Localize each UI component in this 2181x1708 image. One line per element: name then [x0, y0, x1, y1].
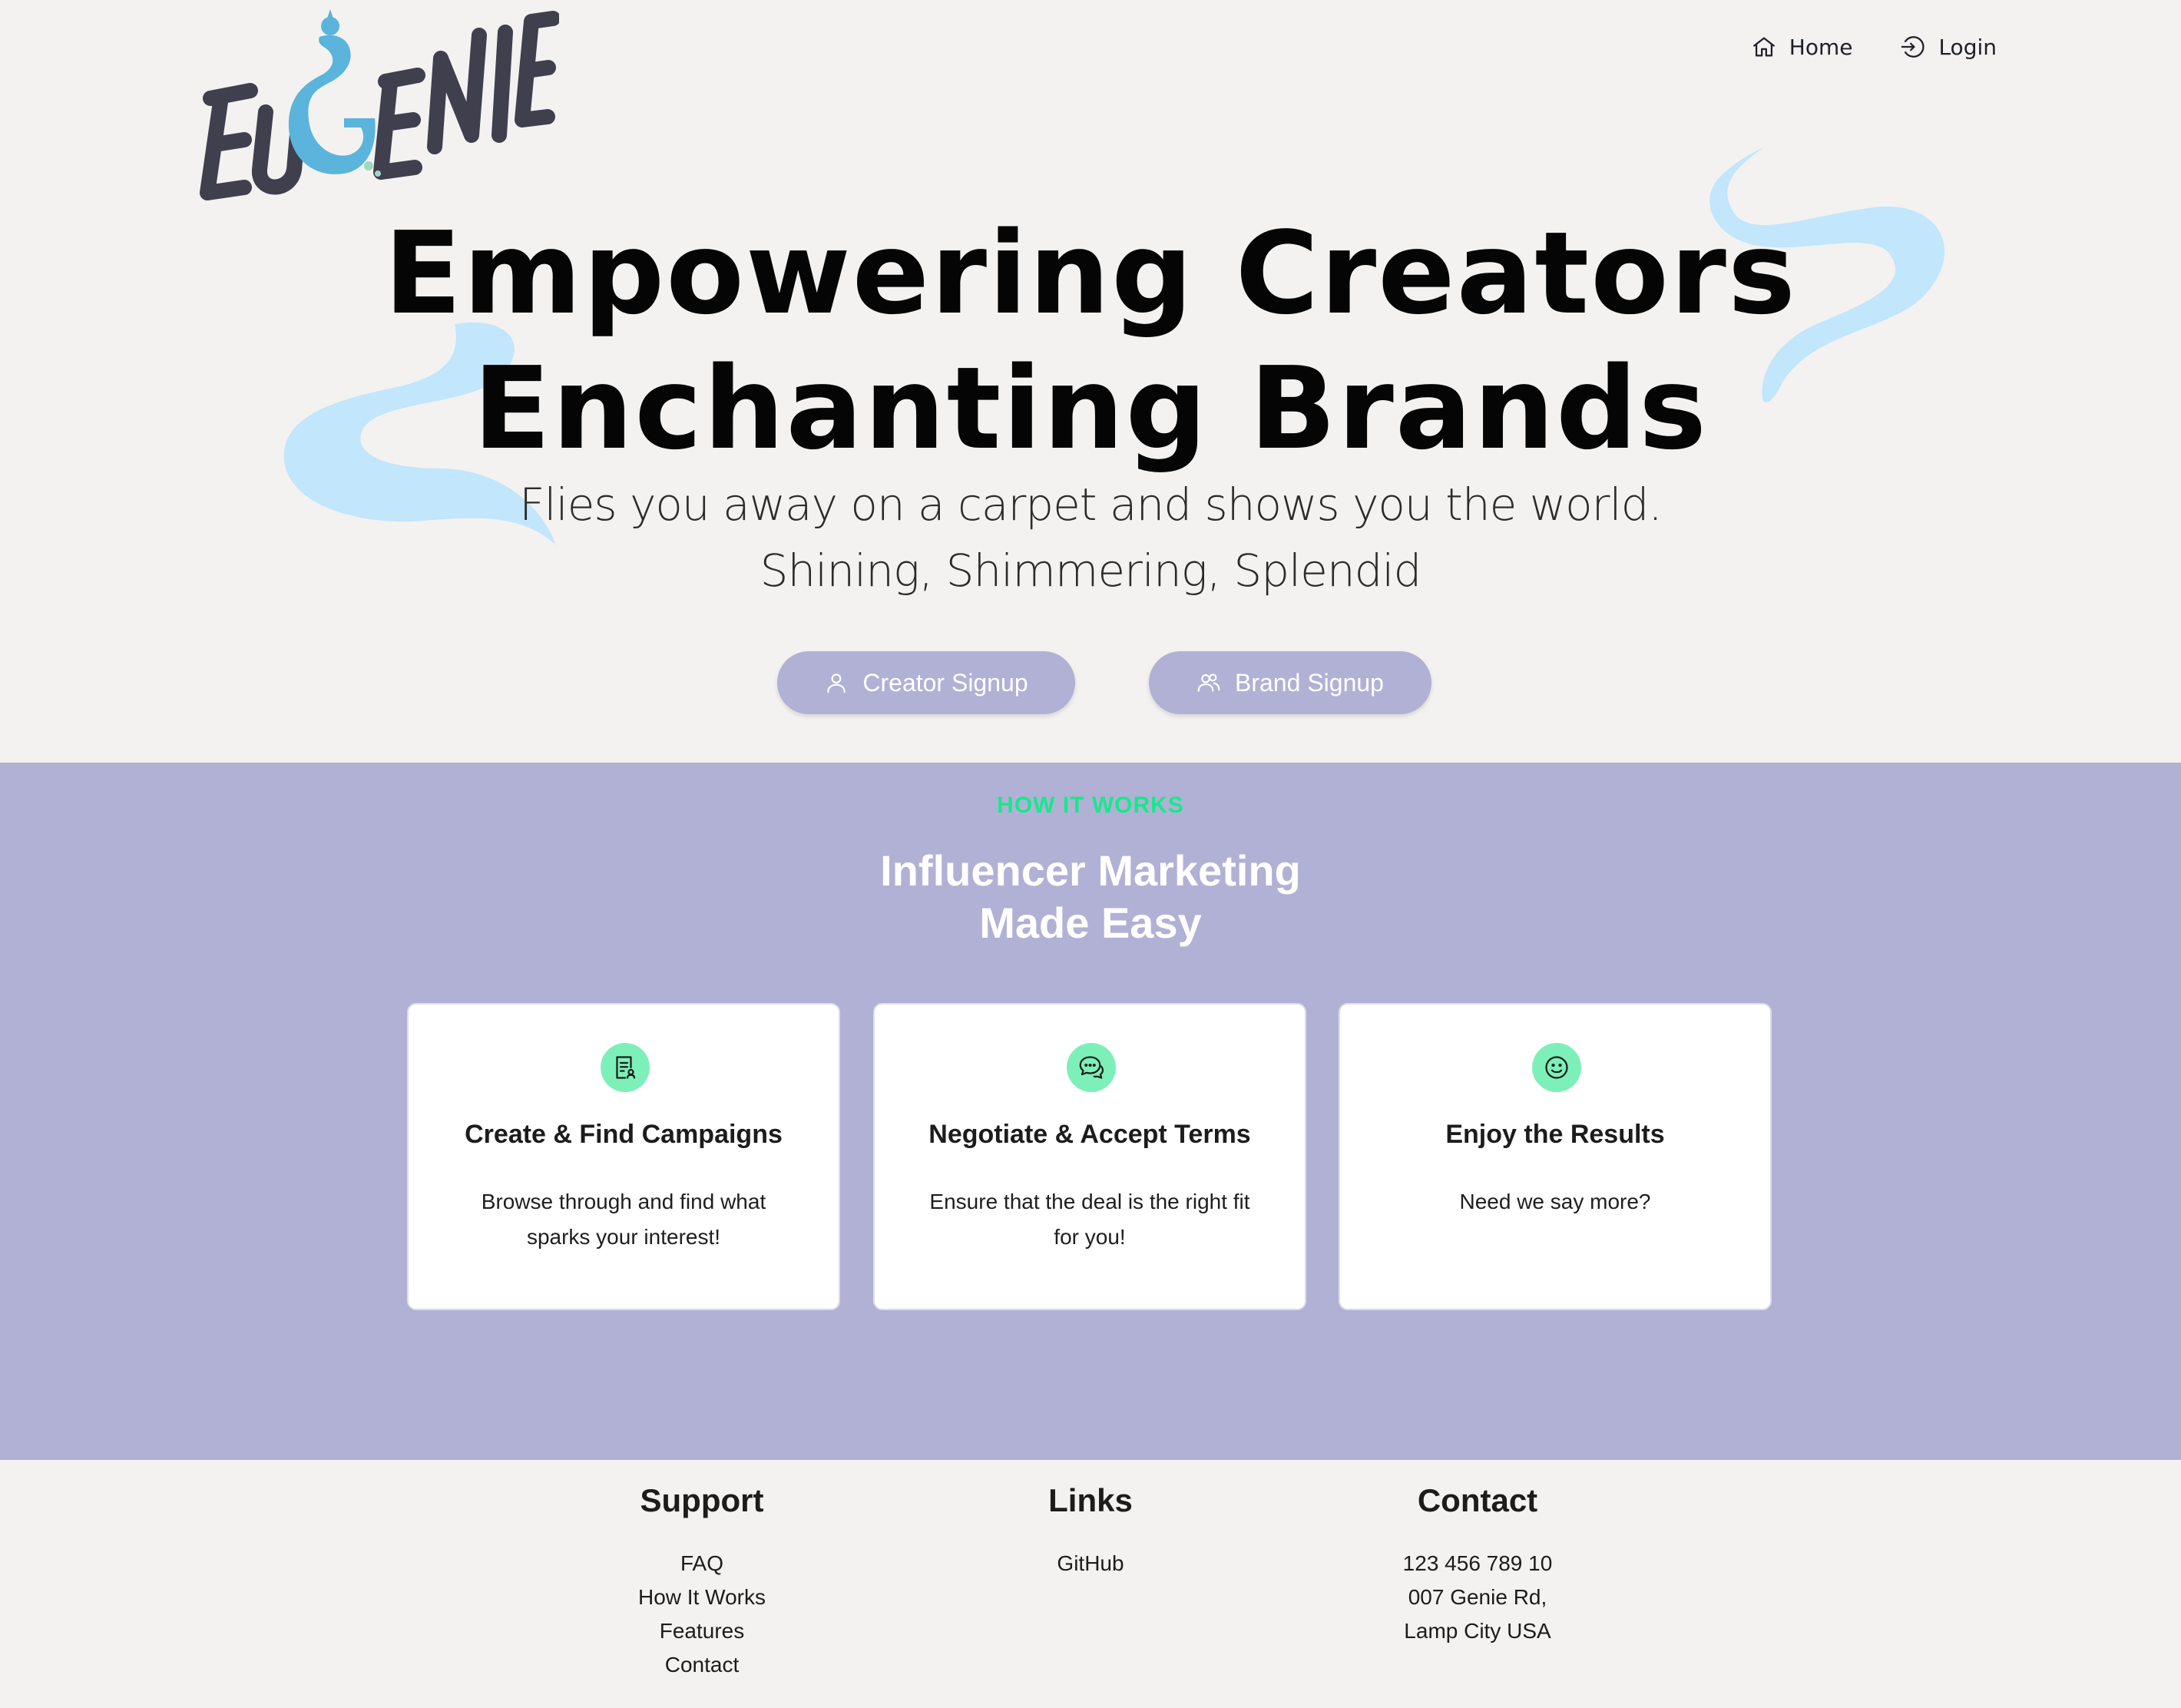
card-title: Enjoy the Results: [1445, 1120, 1665, 1149]
login-icon: [1901, 36, 1925, 58]
footer-contact-phone: 123 456 789 10: [1402, 1551, 1553, 1575]
how-it-works-eyebrow: HOW IT WORKS: [997, 793, 1184, 818]
card-title: Negotiate & Accept Terms: [928, 1120, 1251, 1149]
footer-contact-address-line-2: Lamp City USA: [1404, 1619, 1551, 1643]
hero-tagline-line-2: Shining, Shimmering, Splendid: [760, 545, 1422, 597]
hero-headline-line-2: Enchanting Brands: [472, 343, 1709, 475]
creator-signup-label: Creator Signup: [862, 668, 1028, 697]
footer-link-how-it-works[interactable]: How It Works: [548, 1581, 856, 1614]
footer-link-contact[interactable]: Contact: [548, 1648, 856, 1682]
hero-tagline: Flies you away on a carpet and shows you…: [0, 472, 2181, 604]
home-icon: [1752, 37, 1775, 57]
users-icon: [1197, 674, 1220, 692]
how-it-works-title: Influencer Marketing Made Easy: [0, 845, 2181, 949]
nav-home-link[interactable]: Home: [1751, 34, 1853, 60]
footer-links-heading: Links: [1048, 1482, 1133, 1518]
eugenie-logo[interactable]: [190, 5, 559, 208]
footer-contact-address-line-1: 007 Genie Rd,: [1408, 1585, 1547, 1609]
footer-contact-column: Contact 123 456 789 10 007 Genie Rd, Lam…: [1324, 1482, 1631, 1648]
chat-bubbles-icon: [1079, 1056, 1104, 1079]
document-user-icon: [616, 1056, 636, 1079]
hero-headline-line-1: Empowering Creators: [384, 207, 1797, 339]
footer-contact-heading: Contact: [1417, 1482, 1538, 1518]
brand-signup-button[interactable]: Brand Signup: [1149, 651, 1431, 714]
footer-link-features[interactable]: Features: [548, 1614, 856, 1648]
creator-signup-button[interactable]: Creator Signup: [777, 651, 1075, 714]
card-text: Ensure that the deal is the right fit fo…: [929, 1190, 1250, 1249]
smile-icon: [1545, 1056, 1568, 1079]
brand-signup-label: Brand Signup: [1235, 668, 1384, 697]
user-icon: [827, 674, 846, 693]
footer-links-column: Links GitHub: [937, 1482, 1244, 1581]
top-nav: Home Login: [1751, 34, 1997, 60]
feature-card-results: Enjoy the Results Need we say more?: [1339, 1003, 1772, 1310]
nav-login-label: Login: [1938, 34, 1997, 60]
footer-support-column: Support FAQ How It Works Features Contac…: [548, 1482, 856, 1682]
feature-card-campaigns: Create & Find Campaigns Browse through a…: [407, 1003, 840, 1310]
card-text: Browse through and find what sparks your…: [481, 1190, 766, 1249]
card-icon-badge: [601, 1043, 650, 1092]
card-title: Create & Find Campaigns: [465, 1120, 783, 1149]
card-icon-badge: [1067, 1043, 1116, 1092]
how-it-works-title-line-2: Made Easy: [979, 899, 1202, 947]
how-it-works-title-line-1: Influencer Marketing: [880, 846, 1301, 895]
nav-home-label: Home: [1789, 34, 1853, 60]
nav-login-link[interactable]: Login: [1900, 34, 1997, 60]
footer-support-heading: Support: [640, 1482, 764, 1518]
card-text: Need we say more?: [1459, 1190, 1651, 1213]
hero-headline: Empowering Creators Enchanting Brands: [0, 206, 2181, 476]
footer-link-github[interactable]: GitHub: [937, 1547, 1244, 1581]
hero-section: Home Login Empowering Creators Enchantin…: [0, 0, 2181, 763]
feature-card-negotiate: Negotiate & Accept Terms Ensure that the…: [873, 1003, 1306, 1310]
hero-tagline-line-1: Flies you away on a carpet and shows you…: [519, 478, 1663, 531]
footer-link-faq[interactable]: FAQ: [548, 1547, 856, 1581]
card-icon-badge: [1532, 1043, 1581, 1092]
